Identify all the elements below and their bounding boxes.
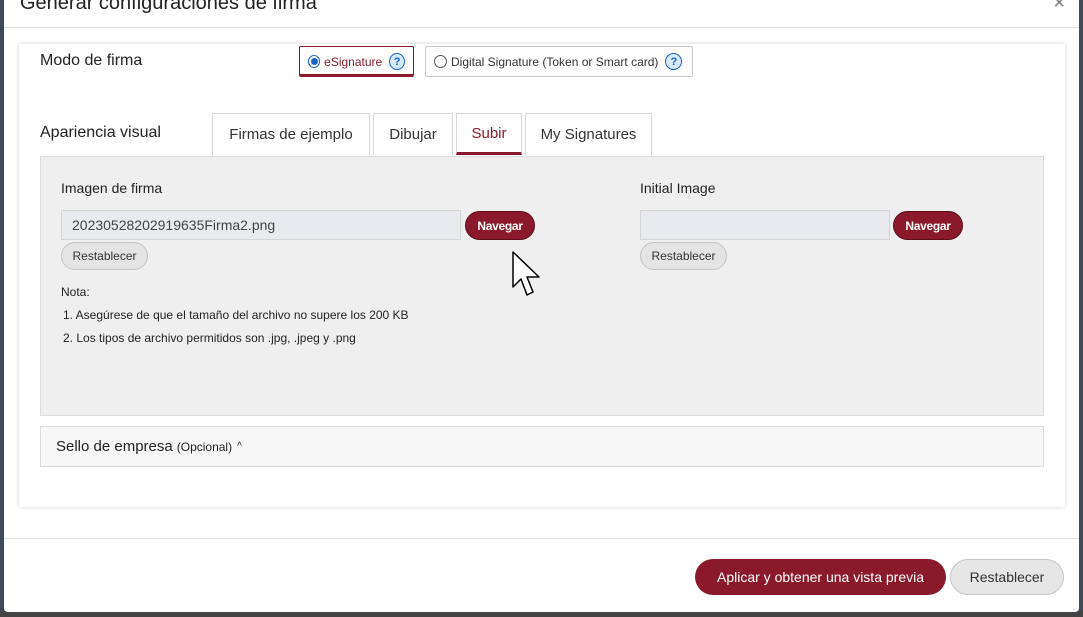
mode-option-label: Digital Signature (Token or Smart card) — [451, 54, 659, 69]
company-seal-optional: (Opcional) — [176, 439, 233, 454]
footer-reset-button[interactable]: Restablecer — [950, 559, 1064, 595]
tab-sample-signatures[interactable]: Firmas de ejemplo — [212, 113, 370, 155]
signature-settings-modal: Generar configuraciones de firma × Modo … — [4, 0, 1079, 612]
chevron-up-icon[interactable]: ^ — [237, 441, 242, 452]
footer-divider — [4, 538, 1079, 539]
mode-option-esignature[interactable]: eSignature ? — [299, 46, 414, 77]
background-right-strip — [1079, 0, 1083, 617]
tab-my-signatures[interactable]: My Signatures — [525, 113, 652, 155]
signature-reset-button[interactable]: Restablecer — [61, 242, 148, 270]
initial-browse-button[interactable]: Navegar — [893, 211, 963, 240]
initial-image-label: Initial Image — [640, 180, 716, 196]
note-title: Nota: — [61, 285, 90, 299]
mode-option-label: eSignature — [324, 54, 383, 69]
signature-image-field[interactable]: 20230528202919635Firma2.png — [61, 210, 461, 240]
note-item: 1. Asegúrese de que el tamaño del archiv… — [63, 308, 409, 322]
note-item: 2. Los tipos de archivo permitidos son .… — [63, 331, 356, 345]
radio-digital-signature[interactable] — [434, 55, 447, 68]
modal-header: Generar configuraciones de firma × — [4, 0, 1079, 28]
initial-image-field[interactable] — [640, 210, 890, 240]
help-icon[interactable]: ? — [665, 53, 683, 70]
signature-image-label: Imagen de firma — [61, 180, 163, 196]
radio-esignature[interactable] — [308, 55, 321, 68]
help-icon[interactable]: ? — [389, 53, 405, 70]
close-icon[interactable]: × — [1053, 0, 1065, 15]
company-seal-title: Sello de empresa — [56, 438, 173, 455]
mouse-cursor-icon — [512, 251, 540, 296]
signature-mode-label: Modo de firma — [40, 52, 143, 69]
modal-title: Generar configuraciones de firma — [20, 0, 317, 14]
visual-appearance-label: Apariencia visual — [40, 124, 161, 141]
signature-browse-button[interactable]: Navegar — [465, 211, 535, 240]
company-seal-section[interactable]: Sello de empresa (Opcional) ^ — [40, 426, 1044, 467]
mode-option-digital-signature[interactable]: Digital Signature (Token or Smart card) … — [425, 46, 693, 77]
initial-reset-button[interactable]: Restablecer — [640, 242, 727, 270]
tab-draw[interactable]: Dibujar — [373, 113, 453, 155]
apply-preview-button[interactable]: Aplicar y obtener una vista previa — [695, 559, 946, 595]
tab-upload[interactable]: Subir — [456, 113, 522, 155]
